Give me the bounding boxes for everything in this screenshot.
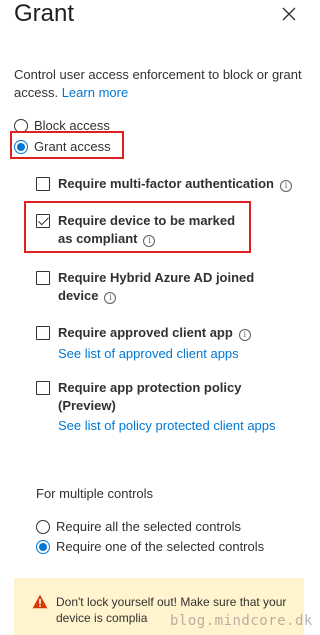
approved-client-app-label: Require approved client app [58,325,233,340]
require-all-option[interactable]: Require all the selected controls [36,519,241,534]
grant-access-option[interactable]: Grant access [14,139,111,154]
mfa-checkbox[interactable] [36,177,50,191]
learn-more-link[interactable]: Learn more [62,85,128,100]
control-approved-client-app[interactable]: Require approved client app i [36,324,278,342]
hybrid-joined-checkbox[interactable] [36,271,50,285]
app-protection-policy-label: Require app protection policy (Preview) [58,380,242,413]
compliant-device-checkbox[interactable] [36,214,50,228]
mfa-label: Require multi-factor authentication [58,176,274,191]
grant-access-radio[interactable] [14,139,28,154]
approved-client-app-checkbox[interactable] [36,326,50,340]
control-hybrid-joined[interactable]: Require Hybrid Azure AD joined device i [36,269,258,305]
grant-access-label: Grant access [34,139,111,154]
info-icon[interactable]: i [279,180,292,192]
warning-icon [32,594,48,609]
app-protection-policy-checkbox[interactable] [36,381,50,395]
info-icon[interactable]: i [238,329,251,341]
hybrid-joined-label: Require Hybrid Azure AD joined device [58,270,255,303]
require-all-radio[interactable] [36,519,50,534]
info-icon[interactable]: i [104,292,117,304]
info-icon[interactable]: i [143,235,156,247]
require-one-radio[interactable] [36,539,50,554]
require-all-label: Require all the selected controls [56,519,241,534]
multiple-controls-label: For multiple controls [36,486,154,501]
page-title: Grant [14,0,75,27]
require-one-label: Require one of the selected controls [56,539,265,554]
control-app-protection-policy[interactable]: Require app protection policy (Preview) [36,379,248,415]
close-button[interactable] [281,6,297,22]
description-text: Control user access enforcement to block… [14,67,302,100]
control-compliant-device[interactable]: Require device to be marked as compliant… [36,212,248,248]
control-mfa[interactable]: Require multi-factor authentication i [36,175,298,193]
description: Control user access enforcement to block… [14,66,302,102]
watermark: blog.mindcore.dk [170,613,313,629]
close-icon [282,7,296,21]
policy-protected-apps-link[interactable]: See list of policy protected client apps [58,418,276,433]
require-one-option[interactable]: Require one of the selected controls [36,539,264,554]
approved-client-apps-link[interactable]: See list of approved client apps [58,346,239,361]
